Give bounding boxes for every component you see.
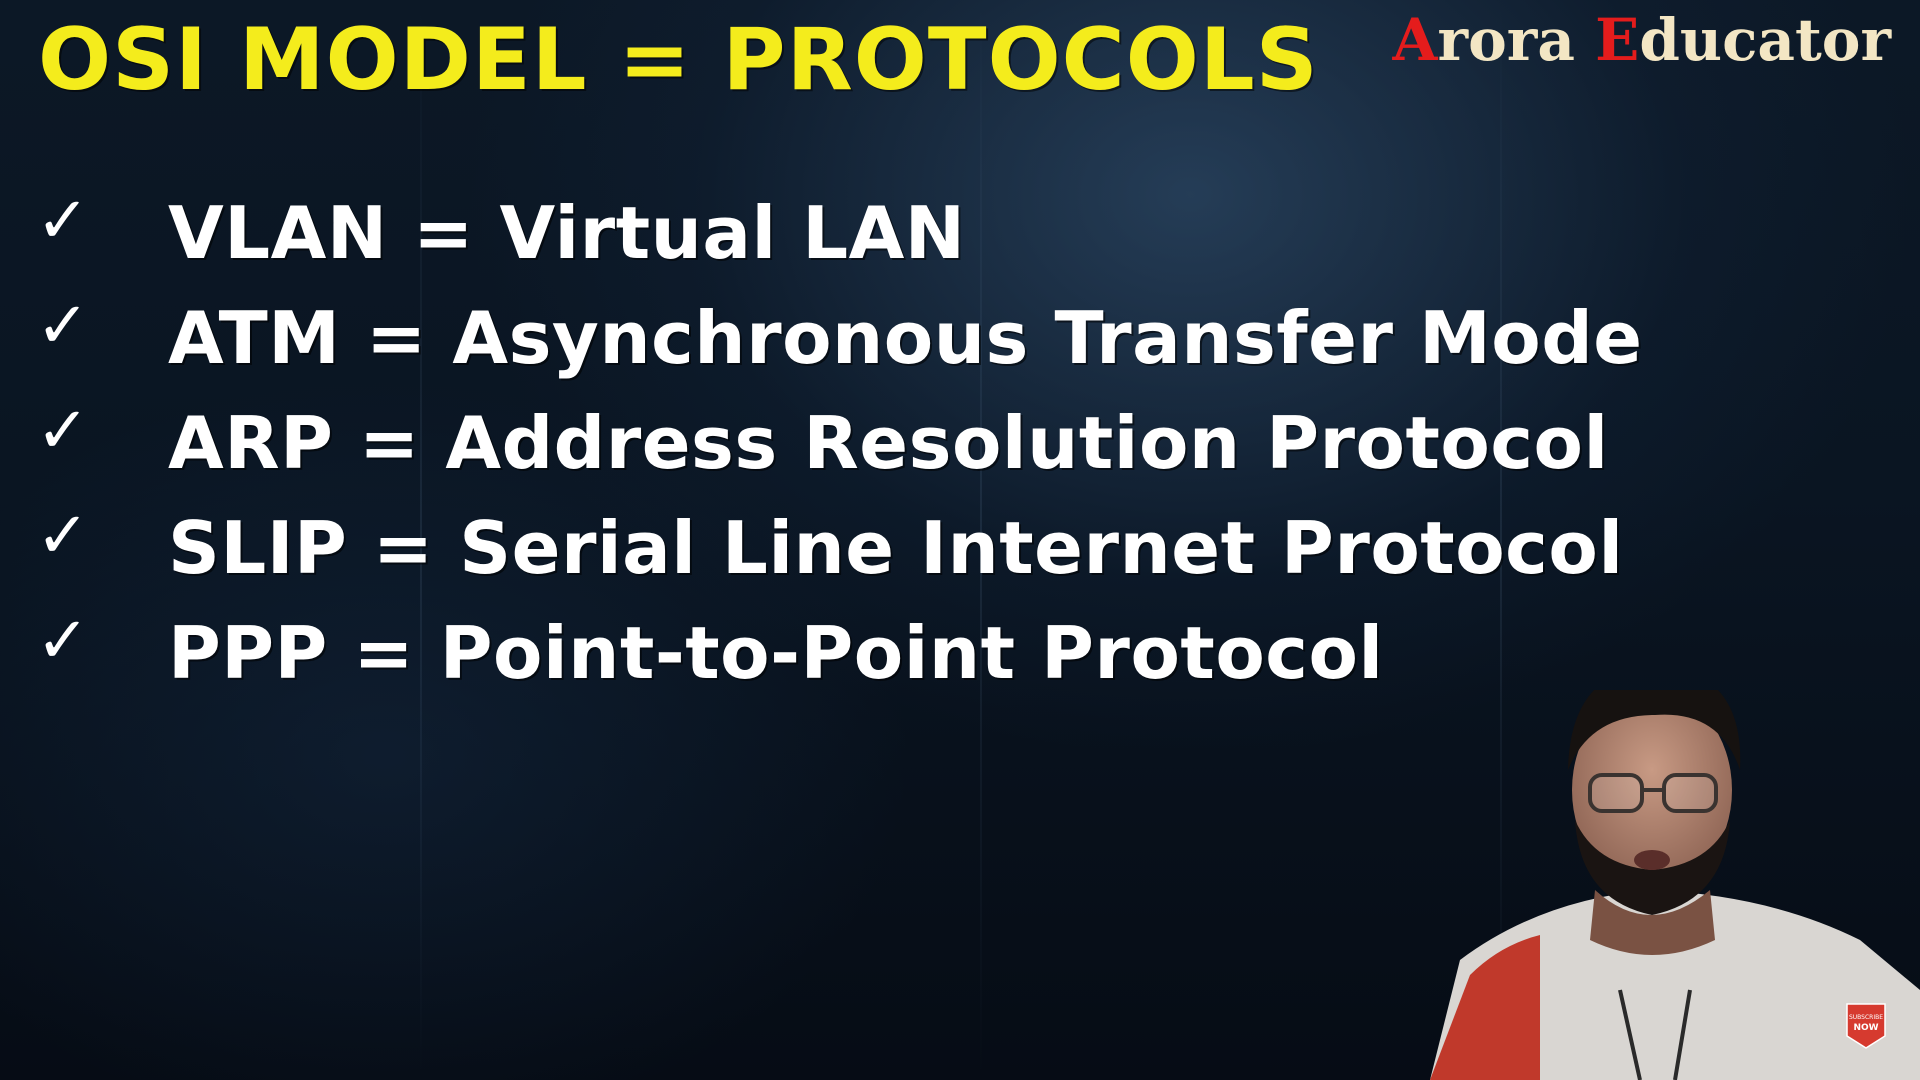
list-item-text: SLIP = Serial Line Internet Protocol <box>168 505 1624 590</box>
subscribe-label-1: SUBSCRIBE <box>1849 1014 1883 1021</box>
slide-title: OSI MODEL = PROTOCOLS <box>38 10 1319 110</box>
list-item: ✓ SLIP = Serial Line Internet Protocol <box>36 495 1643 600</box>
list-item-text: VLAN = Virtual LAN <box>168 190 966 275</box>
presenter-glasses <box>1588 773 1644 813</box>
list-item-text: PPP = Point-to-Point Protocol <box>168 610 1384 695</box>
list-item: ✓ ARP = Address Resolution Protocol <box>36 390 1643 495</box>
brand-initial-a: A <box>1392 6 1438 74</box>
list-item-text: ATM = Asynchronous Transfer Mode <box>168 295 1643 380</box>
brand-word-2: ducator <box>1639 6 1891 74</box>
protocol-list: ✓ VLAN = Virtual LAN ✓ ATM = Asynchronou… <box>36 180 1643 705</box>
list-item: ✓ ATM = Asynchronous Transfer Mode <box>36 285 1643 390</box>
check-icon: ✓ <box>36 498 90 573</box>
list-item: ✓ VLAN = Virtual LAN <box>36 180 1643 285</box>
list-item-text: ARP = Address Resolution Protocol <box>168 400 1609 485</box>
subscribe-label-2: NOW <box>1853 1023 1878 1033</box>
check-icon: ✓ <box>36 183 90 258</box>
presenter-webcam <box>1430 690 1920 1080</box>
video-frame: OSI MODEL = PROTOCOLS Arora Educator ✓ V… <box>0 0 1920 1080</box>
subscribe-badge[interactable]: SUBSCRIBE NOW <box>1843 1000 1889 1050</box>
brand-initial-e: E <box>1595 6 1640 74</box>
check-icon: ✓ <box>36 603 90 678</box>
check-icon: ✓ <box>36 288 90 363</box>
brand-word-1: rora <box>1437 6 1596 74</box>
brand-logo: Arora Educator <box>1393 6 1891 74</box>
check-icon: ✓ <box>36 393 90 468</box>
